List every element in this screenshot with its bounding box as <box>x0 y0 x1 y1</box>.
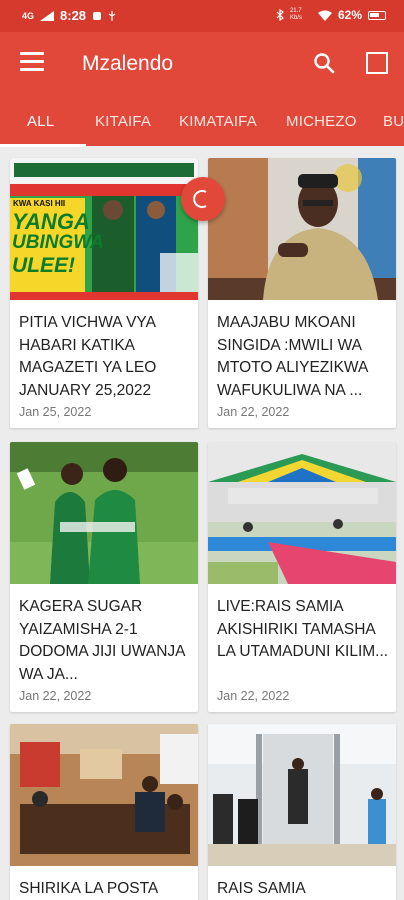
status-bar: 4G 8:28 21.7 Kb/s 62% <box>0 0 404 32</box>
article-thumbnail <box>208 724 396 866</box>
network-speed: 21.7 Kb/s <box>289 8 302 21</box>
network-indicator: 4G <box>22 10 35 21</box>
tab-burudani[interactable]: BU <box>383 113 404 130</box>
article-thumbnail <box>208 442 396 584</box>
article-title: PITIA VICHWA VYA HABARI KATIKA MAGAZETI … <box>19 314 157 399</box>
tab-kitaifa[interactable]: KITAIFA <box>95 113 151 130</box>
newspaper-headline: UBINGWA <box>12 232 104 253</box>
newspaper-kicker: KWA KASI HII <box>13 199 66 208</box>
article-date: Jan 22, 2022 <box>19 689 92 703</box>
article-thumbnail <box>10 442 198 584</box>
article-title: MAAJABU MKOANI SINGIDA :MWILI WA MTOTO A… <box>217 314 368 399</box>
article-card[interactable]: KAGERA SUGAR YAIZAMISHA 2-1 DODOMA JIJI … <box>10 442 198 712</box>
notification-icon <box>93 11 102 20</box>
article-thumbnail <box>10 724 198 866</box>
article-title: LIVE:RAIS SAMIA AKISHIRIKI TAMASHA LA UT… <box>217 598 389 660</box>
tab-all[interactable]: ALL <box>27 113 54 130</box>
article-card[interactable]: MAAJABU MKOANI SINGIDA :MWILI WA MTOTO A… <box>208 158 396 428</box>
wifi-icon <box>317 10 332 21</box>
refresh-icon <box>193 190 207 208</box>
article-card[interactable]: RAIS SAMIA <box>208 724 396 900</box>
signal-icon <box>40 10 55 21</box>
article-date: Jan 22, 2022 <box>217 405 290 419</box>
article-thumbnail: KWA KASI HII YANGA UBINGWA ULEE! <box>10 158 198 300</box>
article-card[interactable]: SHIRIKA LA POSTA <box>10 724 198 900</box>
battery-icon <box>368 10 386 20</box>
tab-kimataifa[interactable]: KIMATAIFA <box>179 113 257 130</box>
article-title: KAGERA SUGAR YAIZAMISHA 2-1 DODOMA JIJI … <box>19 598 185 683</box>
article-card[interactable]: LIVE:RAIS SAMIA AKISHIRIKI TAMASHA LA UT… <box>208 442 396 712</box>
menu-icon[interactable] <box>20 52 44 72</box>
app-bar: Mzalendo <box>0 32 404 96</box>
layout-toggle-icon[interactable] <box>366 52 388 74</box>
newspaper-headline: ULEE! <box>12 254 75 277</box>
bluetooth-icon <box>276 9 284 21</box>
refresh-button[interactable] <box>181 177 225 221</box>
usb-icon <box>108 10 116 21</box>
clock: 8:28 <box>60 8 87 23</box>
battery-percent: 62% <box>337 8 362 22</box>
article-grid: KWA KASI HII YANGA UBINGWA ULEE! PITIA V… <box>0 146 404 900</box>
tab-michezo[interactable]: MICHEZO <box>286 113 357 130</box>
article-title: SHIRIKA LA POSTA <box>19 880 159 897</box>
search-icon[interactable] <box>312 51 336 75</box>
article-card[interactable]: KWA KASI HII YANGA UBINGWA ULEE! PITIA V… <box>10 158 198 428</box>
app-title: Mzalendo <box>82 52 174 75</box>
article-date: Jan 22, 2022 <box>217 689 290 703</box>
article-thumbnail <box>208 158 396 300</box>
article-title: RAIS SAMIA <box>217 880 306 897</box>
article-date: Jan 25, 2022 <box>19 405 92 419</box>
category-tabs: ALL KITAIFA KIMATAIFA MICHEZO BU <box>0 96 404 146</box>
